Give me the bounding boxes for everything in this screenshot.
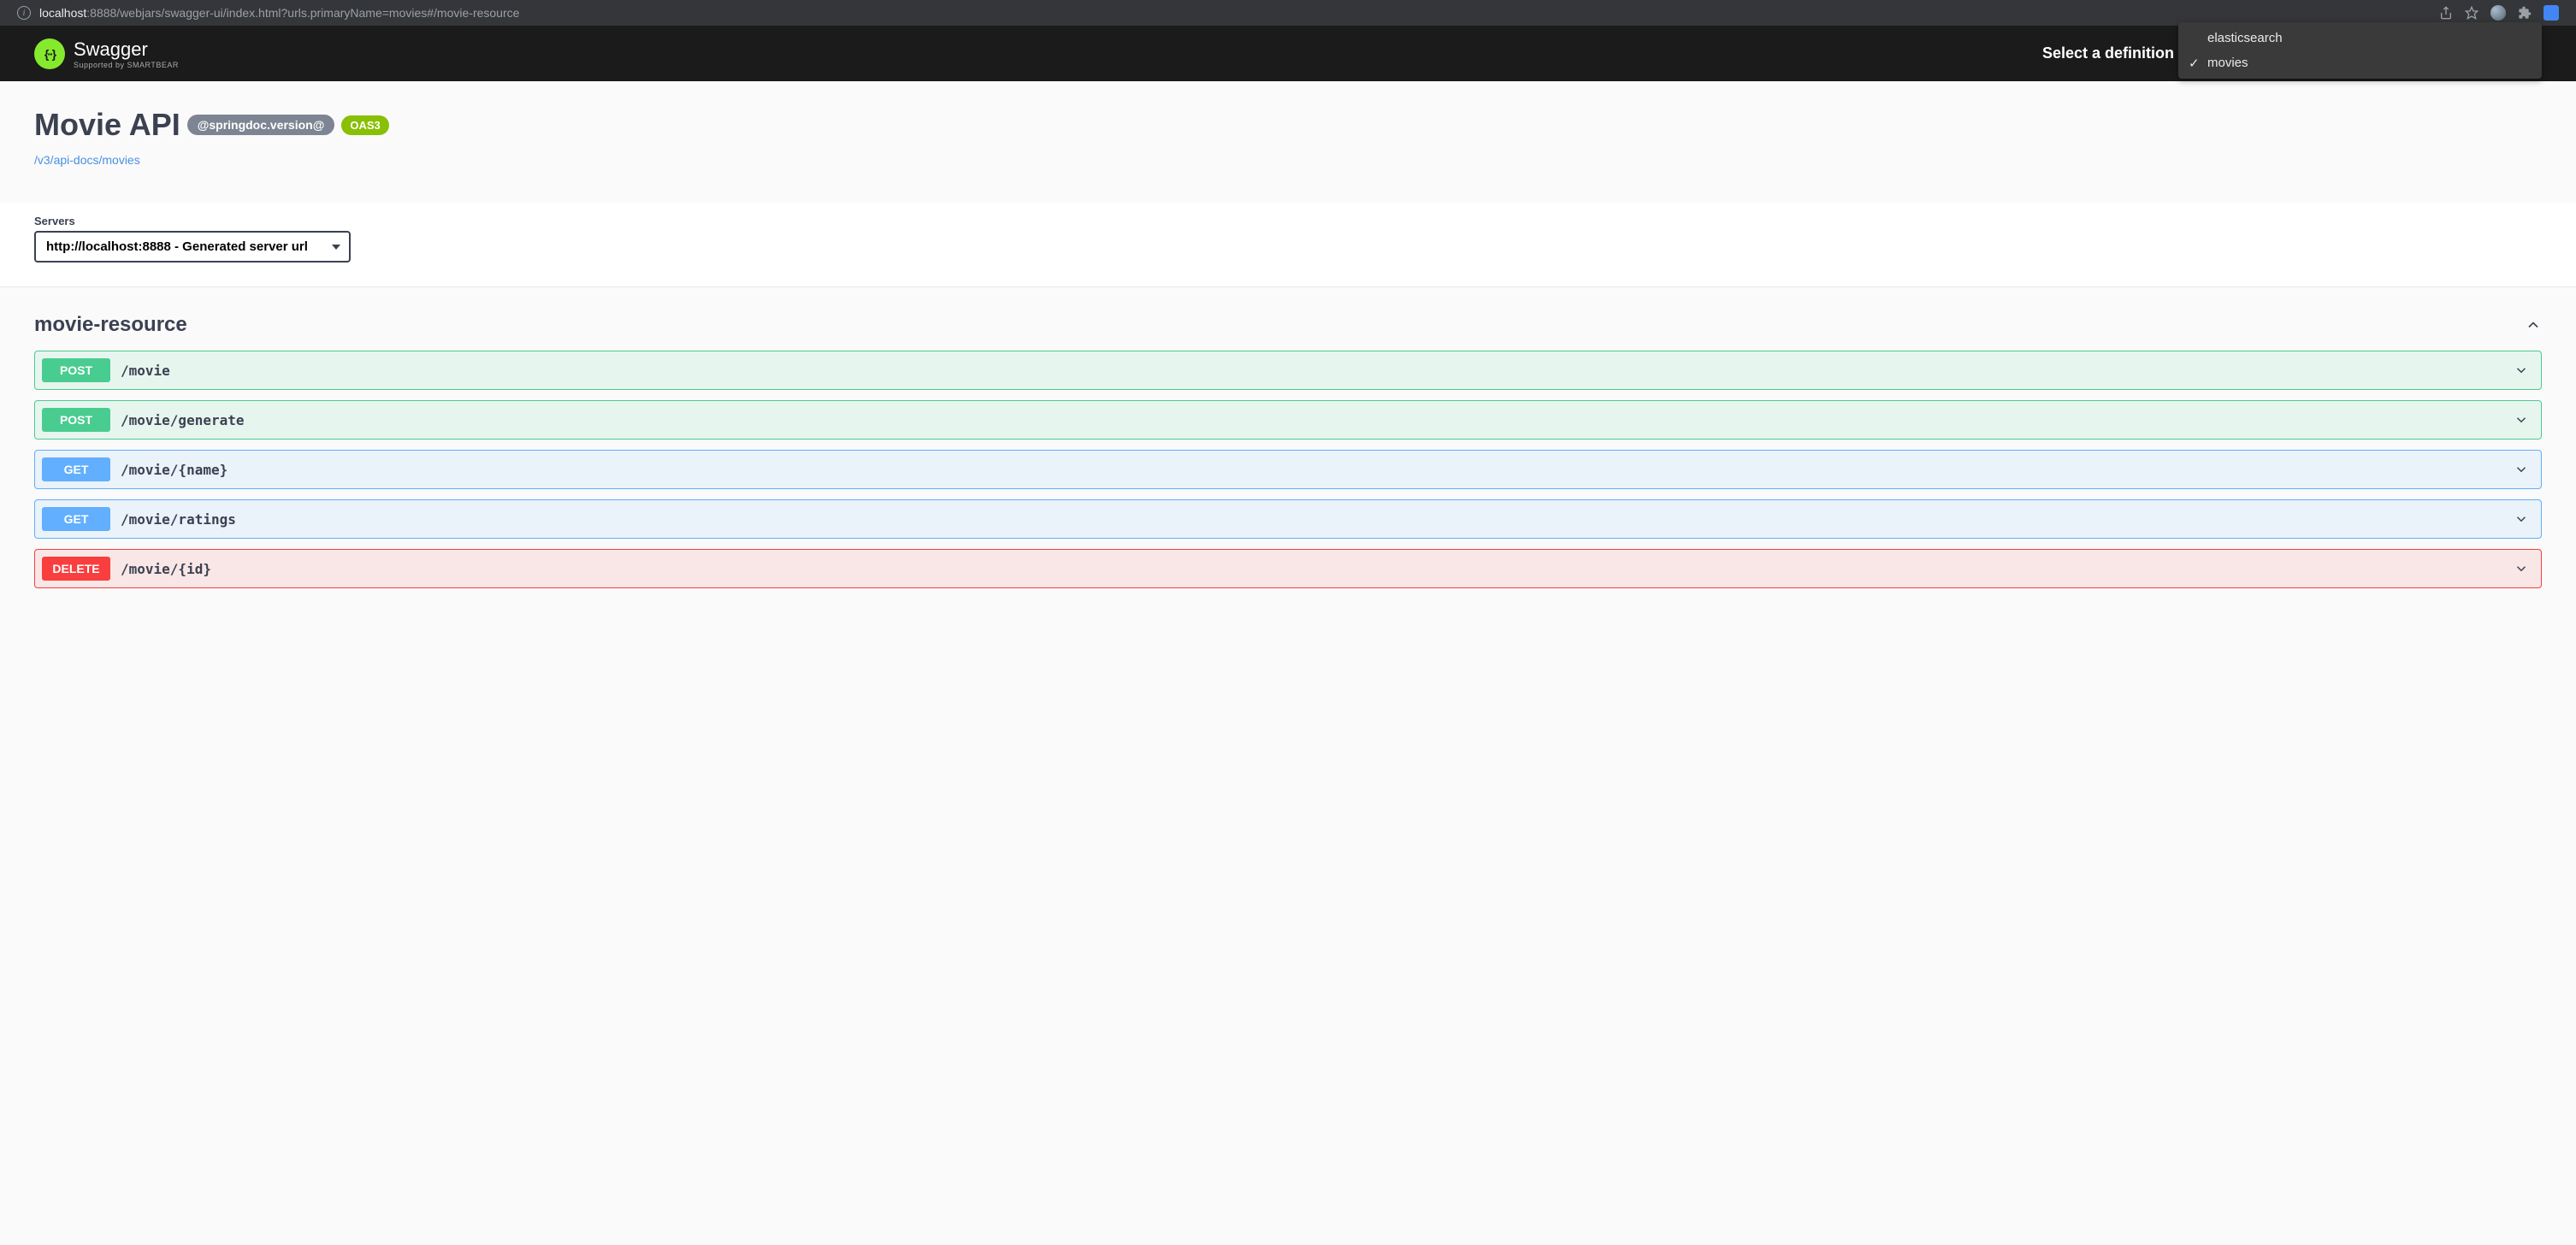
method-badge-get: GET [42,507,110,531]
swagger-logo-text: Swagger [74,38,179,61]
method-badge-post: POST [42,408,110,432]
operation-block[interactable]: POST/movie [34,351,2542,390]
operations-section: movie-resource POST/moviePOST/movie/gene… [0,287,2576,624]
operation-path: /movie/generate [121,412,2514,428]
servers-section: Servers http://localhost:8888 - Generate… [0,203,2576,287]
oas-badge: OAS3 [341,115,388,135]
servers-label: Servers [34,215,2542,227]
method-badge-delete: DELETE [42,557,110,581]
swagger-logo-subtext: Supported by SMARTBEAR [74,61,179,69]
share-icon[interactable] [2439,6,2453,20]
method-badge-post: POST [42,358,110,382]
tag-header[interactable]: movie-resource [34,313,2542,337]
operation-path: /movie/{name} [121,462,2514,478]
chevron-down-icon [2514,363,2529,378]
operation-path: /movie/ratings [121,511,2514,528]
method-badge-get: GET [42,457,110,481]
dropdown-option-movies[interactable]: movies [2178,50,2542,75]
operation-block[interactable]: GET/movie/{name} [34,450,2542,489]
definition-dropdown-menu: elasticsearch movies [2178,22,2542,79]
extensions-icon[interactable] [2518,6,2532,20]
server-select[interactable]: http://localhost:8888 - Generated server… [34,231,351,263]
dropdown-option-elasticsearch[interactable]: elasticsearch [2178,26,2542,50]
operation-path: /movie/{id} [121,561,2514,577]
chevron-up-icon [2525,316,2542,333]
profile-avatar[interactable] [2490,5,2506,21]
chevron-down-icon [2514,511,2529,527]
tag-name: movie-resource [34,313,187,337]
url-path: :8888/webjars/swagger-ui/index.html?urls… [86,6,519,20]
operation-path: /movie [121,363,2514,379]
chevron-down-icon [2514,412,2529,428]
operation-block[interactable]: POST/movie/generate [34,400,2542,440]
extension-badge[interactable] [2544,5,2559,21]
bookmark-star-icon[interactable] [2465,6,2479,20]
api-title: Movie API [34,107,180,143]
chevron-down-icon [2514,561,2529,576]
api-version-badge: @springdoc.version@ [187,115,335,135]
api-docs-link[interactable]: /v3/api-docs/movies [34,153,140,167]
site-info-icon[interactable]: i [17,6,31,20]
operation-block[interactable]: GET/movie/ratings [34,499,2542,539]
browser-toolbar-icons [2439,5,2559,21]
operation-block[interactable]: DELETE/movie/{id} [34,549,2542,588]
chevron-down-icon [2514,462,2529,477]
url-text[interactable]: localhost:8888/webjars/swagger-ui/index.… [39,6,2431,20]
definition-label: Select a definition [2042,44,2174,62]
url-host: localhost [39,6,86,20]
api-info-section: Movie API @springdoc.version@ OAS3 /v3/a… [0,81,2576,203]
swagger-logo[interactable]: {··} Swagger Supported by SMARTBEAR [34,38,179,69]
swagger-logo-icon: {··} [34,38,65,69]
